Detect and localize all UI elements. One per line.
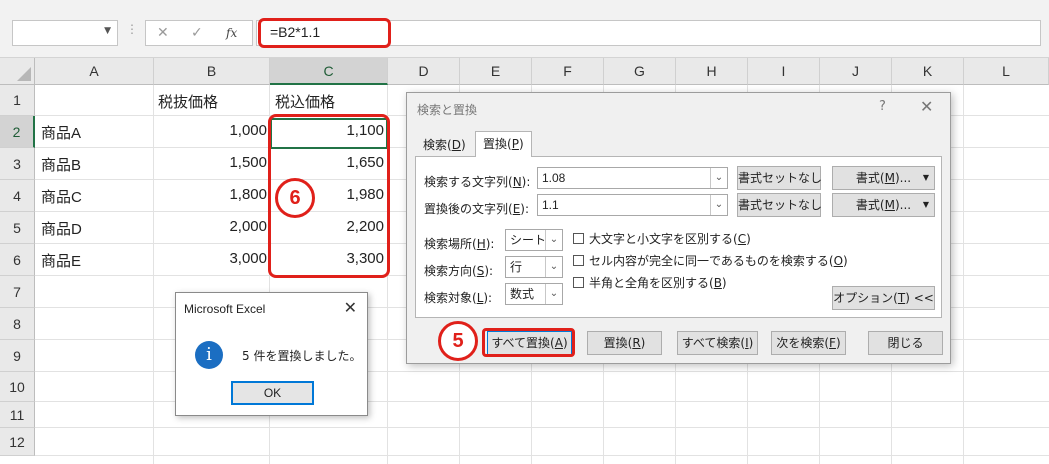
replace-input[interactable]: 1.1 ⌄: [537, 194, 728, 216]
row-header-3[interactable]: 3: [0, 148, 35, 180]
lookin-select[interactable]: 数式 ⌄: [505, 283, 563, 305]
formula-bar-grip: ⋮: [126, 22, 138, 36]
column-header-k[interactable]: K: [892, 58, 964, 85]
formula-highlight-frame: [258, 18, 391, 48]
checkbox-box[interactable]: [573, 233, 584, 244]
cell-a4[interactable]: 商品C: [41, 186, 82, 207]
cell-a3[interactable]: 商品B: [41, 154, 81, 175]
options-button[interactable]: オプション(T) <<: [832, 286, 935, 310]
column-header-a[interactable]: A: [35, 58, 154, 85]
within-label: 検索場所(H):: [424, 237, 495, 251]
within-select[interactable]: シート ⌄: [505, 229, 563, 251]
cell-b4[interactable]: 1,800: [154, 186, 267, 203]
match-entire-cell-checkbox[interactable]: セル内容が完全に同一であるものを検索する(O): [573, 252, 848, 269]
find-next-button[interactable]: 次を検索(F): [771, 331, 846, 355]
row-header-4[interactable]: 4: [0, 180, 35, 212]
tab-find[interactable]: 検索(D): [417, 134, 472, 156]
message-text: 5 件を置換しました。: [242, 349, 362, 363]
match-case-checkbox[interactable]: 大文字と小文字を区別する(C): [573, 230, 751, 247]
row-header-10[interactable]: 10: [0, 372, 35, 402]
enter-icon[interactable]: ✓: [191, 25, 203, 41]
direction-select[interactable]: 行 ⌄: [505, 256, 563, 278]
cell-a6[interactable]: 商品E: [41, 250, 81, 271]
column-header-f[interactable]: F: [532, 58, 604, 85]
search-input[interactable]: 1.08 ⌄: [537, 167, 728, 189]
column-header-e[interactable]: E: [460, 58, 532, 85]
row-header-9[interactable]: 9: [0, 340, 35, 372]
replace-format-button[interactable]: 書式(M)... ▼: [832, 193, 935, 217]
row-header-2[interactable]: 2: [0, 116, 35, 148]
direction-label: 検索方向(S):: [424, 264, 494, 278]
chevron-down-icon[interactable]: ⌄: [545, 257, 562, 277]
find-replace-dialog: 検索と置換 ? ✕ 検索(D) 検索する文字列(N): 1.08 ⌄ 書式セットな…: [406, 92, 951, 364]
column-header-j[interactable]: J: [820, 58, 892, 85]
info-icon: i: [195, 341, 223, 369]
checkbox-box[interactable]: [573, 255, 584, 266]
chevron-down-icon[interactable]: ⌄: [545, 284, 562, 304]
close-button[interactable]: 閉じる: [868, 331, 943, 355]
chevron-down-icon[interactable]: ⌄: [710, 195, 727, 215]
message-box: Microsoft Excel ✕ i 5 件を置換しました。 OK: [175, 292, 368, 416]
formula-bar-area: ▼ ⋮ ✕ ✓ fx =B2*1.1: [0, 0, 1049, 58]
cell-b1[interactable]: 税抜価格: [158, 91, 218, 112]
close-icon[interactable]: ✕: [920, 97, 933, 116]
replace-all-highlight-frame: [482, 328, 575, 357]
search-format-button[interactable]: 書式(M)... ▼: [832, 166, 935, 190]
cell-b2[interactable]: 1,000: [154, 122, 267, 139]
insert-function-icon[interactable]: fx: [226, 26, 237, 40]
select-all-button[interactable]: [0, 58, 35, 85]
cell-b6[interactable]: 3,000: [154, 250, 267, 267]
row-header-5[interactable]: 5: [0, 212, 35, 244]
checkbox-box[interactable]: [573, 277, 584, 288]
chevron-down-icon[interactable]: ▼: [104, 26, 111, 36]
chevron-down-icon: ▼: [922, 200, 929, 209]
match-byte-checkbox[interactable]: 半角と全角を区別する(B): [573, 274, 727, 291]
step-badge-5: 5: [438, 321, 478, 361]
row-header-12[interactable]: 12: [0, 428, 35, 456]
replace-no-format-button[interactable]: 書式セットなし: [737, 193, 822, 217]
replace-button[interactable]: 置換(R): [587, 331, 662, 355]
column-header-g[interactable]: G: [604, 58, 676, 85]
cell-b3[interactable]: 1,500: [154, 154, 267, 171]
tab-replace[interactable]: 置換(P): [475, 131, 532, 157]
help-icon[interactable]: ?: [879, 99, 886, 114]
gridline-horizontal: [35, 427, 1049, 428]
search-no-format-button[interactable]: 書式セットなし: [737, 166, 822, 190]
cell-a2[interactable]: 商品A: [41, 122, 81, 143]
cancel-icon[interactable]: ✕: [157, 25, 169, 41]
row-header-6[interactable]: 6: [0, 244, 35, 276]
cell-b5[interactable]: 2,000: [154, 218, 267, 235]
cell-c1[interactable]: 税込価格: [275, 91, 335, 112]
formula-bar-buttons: ✕ ✓ fx: [145, 20, 253, 46]
message-box-title: Microsoft Excel: [184, 302, 266, 316]
search-label: 検索する文字列(N):: [424, 175, 531, 189]
lookin-label: 検索対象(L):: [424, 291, 493, 305]
chevron-down-icon[interactable]: ⌄: [710, 168, 727, 188]
column-header-c[interactable]: C: [270, 58, 388, 85]
column-header-i[interactable]: I: [748, 58, 820, 85]
chevron-down-icon: ▼: [922, 173, 929, 182]
column-header-l[interactable]: L: [964, 58, 1049, 85]
step-badge-6: 6: [275, 178, 315, 218]
row-header-7[interactable]: 7: [0, 276, 35, 308]
row-header-1[interactable]: 1: [0, 85, 35, 116]
replace-label: 置換後の文字列(E):: [424, 202, 530, 216]
dialog-title: 検索と置換: [417, 103, 478, 117]
find-all-button[interactable]: すべて検索(I): [677, 331, 758, 355]
chevron-down-icon[interactable]: ⌄: [545, 230, 562, 250]
gridline-horizontal: [35, 455, 1049, 456]
row-header-11[interactable]: 11: [0, 402, 35, 428]
tab-panel-replace: 検索する文字列(N): 1.08 ⌄ 書式セットなし 書式(M)... ▼ 置換後の…: [415, 156, 942, 318]
close-icon[interactable]: ✕: [344, 298, 357, 317]
column-header-b[interactable]: B: [154, 58, 270, 85]
name-box[interactable]: ▼: [12, 20, 118, 46]
cell-a5[interactable]: 商品D: [41, 218, 82, 239]
column-header-d[interactable]: D: [388, 58, 460, 85]
row-header-8[interactable]: 8: [0, 308, 35, 340]
ok-button[interactable]: OK: [231, 381, 314, 405]
column-header-h[interactable]: H: [676, 58, 748, 85]
